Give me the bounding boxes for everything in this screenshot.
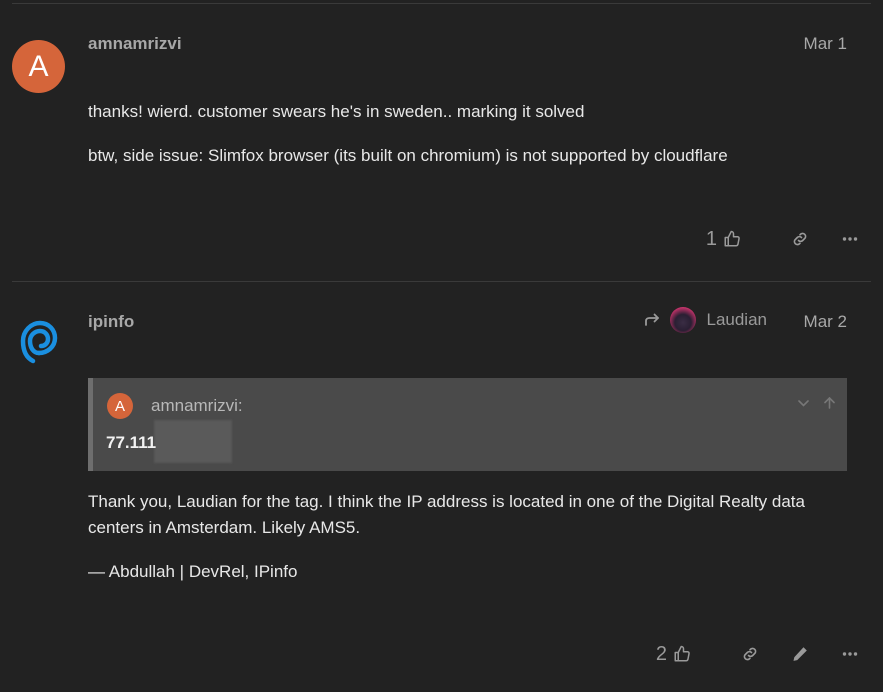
like-count: 2 (655, 642, 667, 665)
arrow-up-icon[interactable] (823, 396, 835, 410)
ipinfo-logo-icon (20, 320, 58, 364)
post-1: A amnamrizvi Mar 1 thanks! wierd. custom… (0, 0, 883, 282)
like-count: 1 (705, 227, 717, 250)
quote-text: 77.111 (106, 433, 157, 452)
post-paragraph: — Abdullah | DevRel, IPinfo (88, 562, 298, 581)
reply-to-indicator[interactable]: Laudian (644, 307, 767, 333)
post-paragraph: btw, side issue: Slimfox browser (its bu… (88, 146, 728, 165)
quote-avatar-letter: A (114, 397, 125, 415)
post-body: thanks! wierd. customer swears he's in s… (88, 99, 847, 187)
link-icon[interactable] (735, 639, 765, 669)
redacted-blur (154, 420, 232, 463)
quote-username: amnamrizvi: (151, 396, 243, 415)
thumbs-up-icon (721, 224, 743, 254)
post-username[interactable]: ipinfo (88, 312, 134, 332)
post-date[interactable]: Mar 2 (804, 312, 847, 332)
avatar[interactable]: A (12, 40, 65, 93)
avatar[interactable] (14, 316, 64, 366)
post-username[interactable]: amnamrizvi (88, 34, 182, 54)
link-icon[interactable] (785, 224, 815, 254)
chevron-down-icon[interactable] (797, 396, 809, 410)
ellipsis-icon[interactable] (835, 224, 865, 254)
post-body: Thank you, Laudian for the tag. I think … (88, 489, 847, 603)
quote-avatar: A (107, 393, 133, 419)
ellipsis-icon[interactable] (835, 639, 865, 669)
like-button[interactable]: 1 (706, 224, 743, 254)
post-2: ipinfo Laudian Mar 2 A amnamrizvi: 77.11… (0, 282, 883, 692)
post-paragraph: thanks! wierd. customer swears he's in s… (88, 102, 585, 121)
post-actions: 1 (706, 224, 865, 254)
post-date[interactable]: Mar 1 (804, 34, 847, 54)
reply-to-username: Laudian (706, 310, 767, 329)
pencil-icon[interactable] (785, 639, 815, 669)
avatar-letter: A (28, 49, 49, 83)
reply-avatar (670, 307, 697, 333)
post-paragraph: Thank you, Laudian for the tag. I think … (88, 492, 805, 537)
quote-controls (797, 396, 835, 410)
post-actions: 2 (656, 639, 865, 669)
quote-block: A amnamrizvi: 77.111 (88, 378, 847, 471)
reply-arrow-icon (644, 313, 660, 327)
like-button[interactable]: 2 (656, 639, 693, 669)
thumbs-up-icon (671, 639, 693, 669)
